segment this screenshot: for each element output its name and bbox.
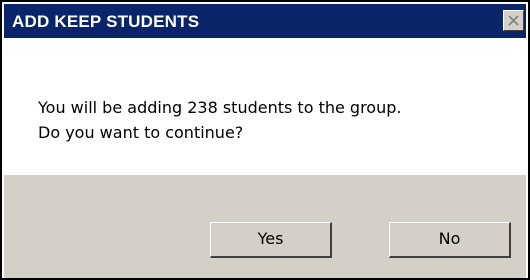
- dialog-content: You will be adding 238 students to the g…: [4, 38, 526, 175]
- close-button[interactable]: [503, 10, 524, 31]
- yes-button[interactable]: Yes: [210, 222, 332, 258]
- dialog-message: You will be adding 238 students to the g…: [38, 95, 401, 145]
- title-bar[interactable]: ADD KEEP STUDENTS: [4, 4, 526, 38]
- message-line-2: Do you want to continue?: [38, 123, 244, 142]
- dialog-window: ADD KEEP STUDENTS You will be adding 238…: [0, 0, 530, 280]
- dialog-title: ADD KEEP STUDENTS: [12, 12, 200, 31]
- button-bar: Yes No: [4, 175, 526, 278]
- close-icon: [508, 15, 519, 26]
- message-line-1: You will be adding 238 students to the g…: [38, 98, 402, 117]
- no-button[interactable]: No: [389, 222, 511, 258]
